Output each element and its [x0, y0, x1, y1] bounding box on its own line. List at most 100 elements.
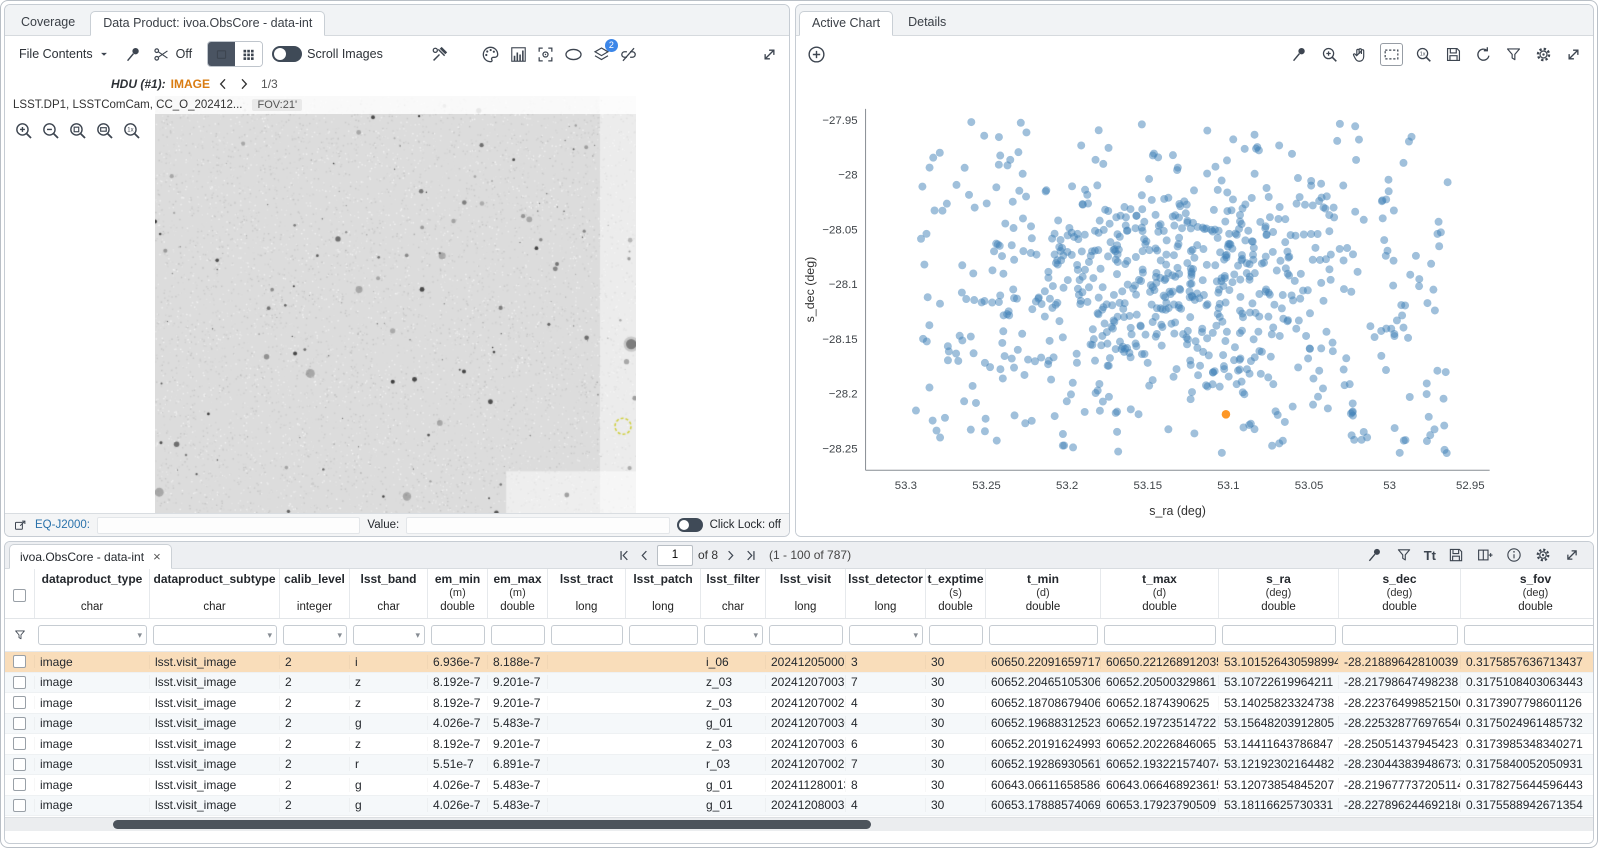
table-expand-icon[interactable]	[1563, 546, 1581, 564]
column-header-t_exptime[interactable]: t_exptime(s)double	[926, 569, 986, 618]
column-header-em_max[interactable]: em_max(m)double	[488, 569, 548, 618]
color-palette-icon[interactable]	[480, 44, 501, 65]
tab-data-product[interactable]: Data Product: ivoa.ObsCore - data-int	[90, 11, 325, 36]
lsst_band-filter[interactable]: ▾	[353, 625, 425, 645]
column-header-lsst_detector[interactable]: lsst_detectorlong	[846, 569, 926, 618]
scroll-images-toggle[interactable]	[272, 46, 302, 62]
chart-zoom-in-icon[interactable]	[1320, 45, 1339, 64]
row-checkbox[interactable]	[13, 737, 26, 750]
expand-icon[interactable]	[760, 45, 779, 64]
column-header-t_min[interactable]: t_min(d)double	[986, 569, 1101, 618]
chart-restore-icon[interactable]	[1474, 45, 1493, 64]
last-page-icon[interactable]	[743, 548, 758, 563]
add-column-icon[interactable]	[1476, 546, 1494, 564]
t_min-filter[interactable]	[989, 625, 1098, 645]
lsst_filter-filter[interactable]: ▾	[704, 625, 763, 645]
table-settings-icon[interactable]	[1534, 546, 1552, 564]
table-row[interactable]: imagelsst.visit_image2z8.192e-79.201e-7z…	[5, 734, 1593, 755]
grid-view-button[interactable]	[235, 42, 262, 66]
table-row[interactable]: imagelsst.visit_image2z8.192e-79.201e-7z…	[5, 673, 1593, 694]
em_min-filter[interactable]	[431, 625, 485, 645]
close-icon[interactable]: ×	[153, 550, 161, 563]
table-save-icon[interactable]	[1447, 546, 1465, 564]
pin-table-icon[interactable]	[1366, 546, 1384, 564]
table-row[interactable]: imagelsst.visit_image2i6.936e-78.188e-7i…	[5, 652, 1593, 673]
row-checkbox[interactable]	[13, 696, 26, 709]
lsst_patch-filter[interactable]	[629, 625, 698, 645]
pan-hand-icon[interactable]	[1350, 45, 1369, 64]
row-checkbox[interactable]	[13, 758, 26, 771]
table-info-icon[interactable]	[1505, 546, 1523, 564]
zoom-out-icon[interactable]	[40, 120, 61, 141]
table-row[interactable]: imagelsst.visit_image2g4.026e-75.483e-7g…	[5, 796, 1593, 817]
table-filter-icon[interactable]	[1395, 546, 1413, 564]
table-row[interactable]: imagelsst.visit_image2g4.026e-75.483e-7g…	[5, 714, 1593, 735]
scrollbar-thumb[interactable]	[113, 820, 871, 829]
single-view-button[interactable]	[208, 42, 235, 66]
chart-settings-icon[interactable]	[1534, 45, 1553, 64]
zoom-in-icon[interactable]	[13, 120, 34, 141]
tab-active-chart[interactable]: Active Chart	[799, 11, 893, 36]
zoom-fit-icon[interactable]	[67, 120, 88, 141]
click-lock-toggle[interactable]	[677, 518, 703, 532]
zoom-fill-icon[interactable]	[94, 120, 115, 141]
file-contents-dropdown[interactable]: File Contents	[15, 45, 115, 63]
column-header-lsst_filter[interactable]: lsst_filterchar	[701, 569, 766, 618]
column-header-lsst_patch[interactable]: lsst_patchlong	[626, 569, 701, 618]
s_fov-filter[interactable]	[1464, 625, 1593, 645]
first-page-icon[interactable]	[617, 548, 632, 563]
chart-zoom-original-icon[interactable]	[1414, 45, 1433, 64]
column-header-lsst_tract[interactable]: lsst_tractlong	[548, 569, 626, 618]
s_dec-filter[interactable]	[1342, 625, 1458, 645]
column-header-s_fov[interactable]: s_fov(deg)double	[1461, 569, 1593, 618]
column-header-lsst_band[interactable]: lsst_bandchar	[350, 569, 428, 618]
chart-expand-icon[interactable]	[1564, 45, 1583, 64]
column-header-dataproduct_type[interactable]: dataproduct_typechar	[35, 569, 150, 618]
horizontal-scrollbar[interactable]	[5, 817, 1593, 831]
scatter-chart[interactable]: −27.95−28−28.05−28.1−28.15−28.2−28.2553.…	[796, 72, 1593, 536]
lsst_visit-filter[interactable]	[769, 625, 843, 645]
column-header-dataproduct_subtype[interactable]: dataproduct_subtypechar	[150, 569, 280, 618]
next-page-icon[interactable]	[723, 548, 738, 563]
hdu-next-icon[interactable]	[236, 76, 252, 92]
chart-filter-icon[interactable]	[1504, 45, 1523, 64]
layers-control[interactable]: 2	[592, 45, 611, 64]
chart-save-icon[interactable]	[1444, 45, 1463, 64]
t_max-filter[interactable]	[1104, 625, 1216, 645]
ellipse-select-icon[interactable]	[563, 44, 584, 65]
cutout-control[interactable]: Off	[152, 45, 192, 64]
dataproduct_subtype-filter[interactable]: ▾	[153, 625, 277, 645]
prev-page-icon[interactable]	[637, 548, 652, 563]
fits-image[interactable]	[155, 96, 636, 513]
tab-details[interactable]: Details	[895, 10, 959, 35]
zoom-1x-icon[interactable]	[121, 120, 142, 141]
column-header-em_min[interactable]: em_min(m)double	[428, 569, 488, 618]
add-chart-icon[interactable]	[806, 44, 827, 65]
dataproduct_type-filter[interactable]: ▾	[38, 625, 147, 645]
row-checkbox[interactable]	[13, 799, 26, 812]
select-all-checkbox[interactable]	[13, 589, 26, 602]
s_ra-filter[interactable]	[1222, 625, 1336, 645]
text-view-icon[interactable]: Tt	[1424, 548, 1436, 563]
recenter-icon[interactable]	[536, 45, 555, 64]
stretch-histogram-icon[interactable]	[509, 45, 528, 64]
column-header-lsst_visit[interactable]: lsst_visitlong	[766, 569, 846, 618]
row-checkbox[interactable]	[13, 676, 26, 689]
row-checkbox[interactable]	[13, 655, 26, 668]
tools-icon[interactable]	[430, 45, 449, 64]
em_max-filter[interactable]	[491, 625, 545, 645]
column-header-calib_level[interactable]: calib_levelinteger	[280, 569, 350, 618]
table-row[interactable]: imagelsst.visit_image2z8.192e-79.201e-7z…	[5, 693, 1593, 714]
pin-chart-icon[interactable]	[1290, 45, 1309, 64]
page-input[interactable]	[657, 545, 693, 566]
calib_level-filter[interactable]: ▾	[283, 625, 347, 645]
tab-coverage[interactable]: Coverage	[8, 10, 88, 35]
coord-system-label[interactable]: EQ-J2000:	[35, 519, 90, 531]
row-checkbox[interactable]	[13, 717, 26, 730]
lsst_detector-filter[interactable]: ▾	[849, 625, 923, 645]
table-row[interactable]: imagelsst.visit_image2g4.026e-75.483e-7g…	[5, 775, 1593, 796]
t_exptime-filter[interactable]	[929, 625, 983, 645]
unlink-icon[interactable]	[619, 45, 638, 64]
select-area-tool-active[interactable]	[1380, 43, 1403, 66]
column-header-s_dec[interactable]: s_dec(deg)double	[1339, 569, 1461, 618]
